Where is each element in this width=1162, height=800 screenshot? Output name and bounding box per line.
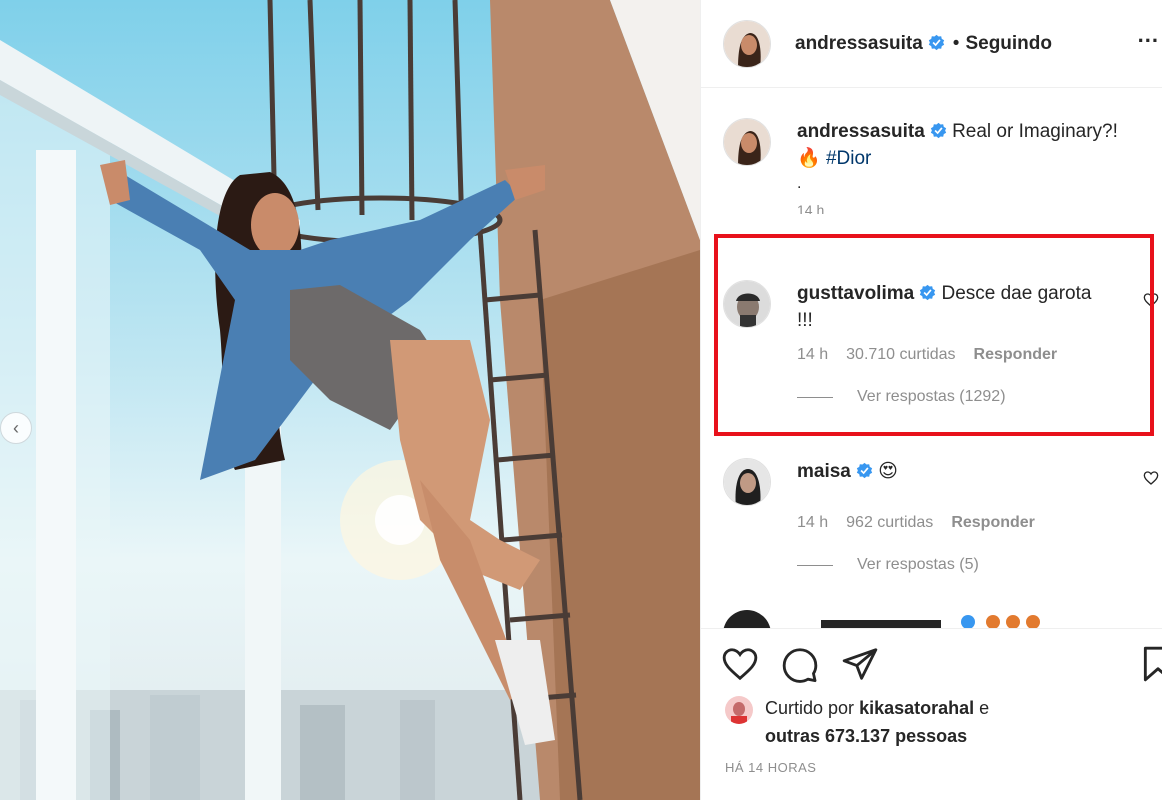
caption-author-avatar[interactable] (723, 118, 771, 166)
fire-emoji: 🔥 (797, 148, 821, 169)
share-paper-plane-icon[interactable] (841, 645, 879, 683)
comment-username[interactable]: gusttavolima (797, 283, 914, 304)
previous-photo-button[interactable]: ‹ (0, 412, 32, 444)
comment-text: gusttavolima Desce dae garota !!! (797, 280, 1097, 334)
verified-icon (856, 462, 873, 479)
other-likes-link[interactable]: outras 673.137 pessoas (765, 726, 967, 746)
reply-button[interactable]: Responder (951, 514, 1035, 532)
comment-time: 14 h (797, 514, 829, 531)
view-replies-button[interactable]: Ver respostas (1292) (797, 388, 1153, 406)
caption-username[interactable]: andressasuita (797, 121, 925, 142)
more-options-icon[interactable]: ... (1138, 22, 1159, 48)
comment-item: gusttavolima Desce dae garota !!! 14 h 3… (723, 280, 1159, 406)
like-comment-heart-icon[interactable] (1143, 292, 1159, 308)
view-replies-button[interactable]: Ver respostas (5) (797, 556, 1153, 574)
replies-line (797, 396, 833, 398)
post-details-panel: andressasuita • Seguindo ... andressasui… (700, 0, 1162, 800)
comment-meta: 14 h 30.710 curtidas Responder (797, 346, 1153, 364)
hashtag-link[interactable]: #Dior (826, 148, 871, 169)
liked-by-summary: Curtido por kikasatorahal e outras 673.1… (725, 694, 989, 750)
commenter-avatar[interactable] (723, 280, 771, 328)
liked-by-connector: e (979, 698, 990, 718)
liker-username[interactable]: kikasatorahal (859, 698, 974, 718)
like-comment-heart-icon[interactable] (1143, 470, 1159, 486)
comment-bubble-icon[interactable] (781, 645, 819, 683)
verified-icon (920, 284, 936, 301)
caption-text: andressasuita Real or Imaginary?! 🔥 #Dio… (797, 118, 1118, 172)
replies-line (797, 564, 833, 566)
save-bookmark-icon[interactable] (1139, 645, 1162, 683)
photo-illustration (0, 0, 700, 800)
commenter-avatar[interactable] (723, 458, 771, 506)
separator-dot: • (952, 32, 960, 54)
post-caption: andressasuita Real or Imaginary?! 🔥 #Dio… (723, 118, 1153, 214)
reply-button[interactable]: Responder (974, 346, 1058, 364)
comment-item: maisa 😍 14 h 962 curtidas Responder Ver … (723, 458, 1159, 574)
next-comment-peek (723, 610, 1153, 628)
comment-meta: 14 h 962 curtidas Responder (797, 514, 1153, 532)
post-photo[interactable]: ‹ (0, 0, 700, 800)
liked-by-prefix: Curtido por (765, 698, 855, 718)
author-username[interactable]: andressasuita (795, 33, 945, 55)
post-header: andressasuita • Seguindo ... (701, 0, 1162, 88)
caption-dot: . (797, 175, 802, 192)
liked-by-text: Curtido por kikasatorahal e outras 673.1… (765, 694, 989, 750)
verified-icon (930, 122, 946, 139)
like-heart-icon[interactable] (721, 645, 759, 683)
author-avatar[interactable] (723, 19, 771, 68)
comment-text: maisa 😍 (797, 458, 898, 506)
heart-eyes-emoji: 😍 (878, 461, 898, 482)
caption-timestamp: 14 h (797, 202, 825, 214)
comment-likes[interactable]: 30.710 curtidas (846, 346, 955, 364)
post-time-ago: HÁ 14 HORAS (725, 760, 817, 775)
comment-username[interactable]: maisa (797, 461, 851, 482)
liker-avatar[interactable] (725, 696, 753, 724)
caption-body: Real or Imaginary?! (952, 121, 1118, 142)
verified-icon (928, 34, 944, 50)
following-button[interactable]: Seguindo (965, 33, 1052, 55)
comment-likes[interactable]: 962 curtidas (846, 514, 933, 532)
comment-time: 14 h (797, 346, 829, 363)
